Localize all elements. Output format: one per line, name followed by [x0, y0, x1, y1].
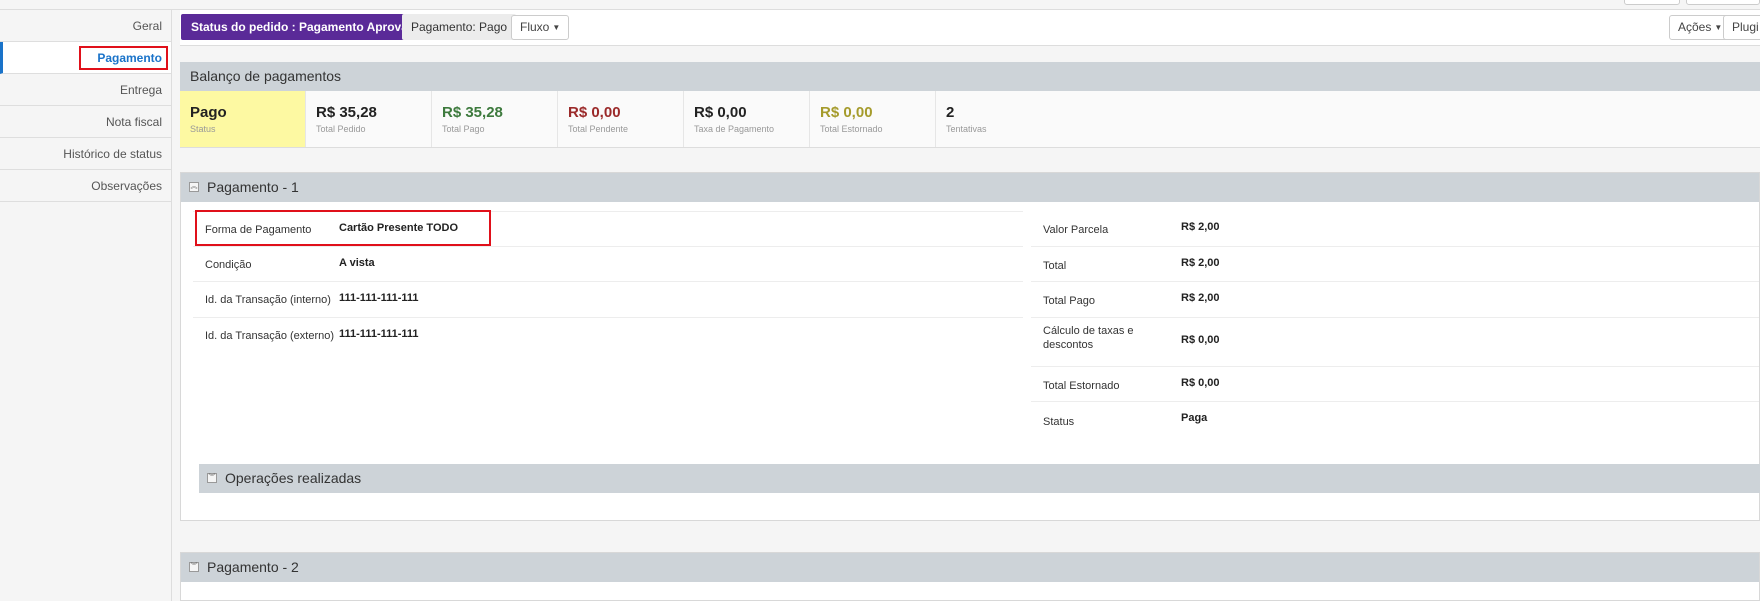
payment-2-header[interactable]: ︾ Pagamento - 2	[181, 553, 1759, 582]
order-status-badge: Status do pedido : Pagamento Aprovado	[181, 14, 433, 40]
metric-tentativas: 2 Tentativas	[936, 91, 1062, 147]
metric-total-estornado: R$ 0,00 Total Estornado	[810, 91, 936, 147]
detail-value: Paga	[1181, 412, 1208, 424]
metric-caption: Total Pago	[442, 124, 485, 134]
detail-label: Condição	[205, 259, 252, 271]
sidebar-item-label: Entrega	[119, 83, 162, 97]
detail-row: Id. da Transação (externo) 111-111-111-1…	[193, 318, 1023, 353]
metric-value: 2	[946, 104, 955, 121]
sidebar-item-label: Pagamento	[97, 51, 162, 65]
top-button-2[interactable]	[1686, 0, 1760, 5]
actions-dropdown-button[interactable]: Ações ▼	[1669, 15, 1732, 40]
detail-row: Cálculo de taxas e descontos R$ 0,00	[1031, 318, 1759, 367]
metric-total-pedido: R$ 35,28 Total Pedido	[306, 91, 432, 147]
detail-label: Cálculo de taxas e descontos	[1043, 325, 1134, 351]
detail-label: Forma de Pagamento	[205, 224, 312, 236]
metric-value: R$ 35,28	[442, 104, 503, 121]
flow-button-label: Fluxo	[520, 20, 550, 34]
payment-2-panel: ︾ Pagamento - 2	[180, 552, 1760, 601]
detail-label: Id. da Transação (interno)	[205, 294, 331, 306]
toolbar: Status do pedido : Pagamento Aprovado Pa…	[180, 10, 1760, 46]
expand-icon[interactable]: ︾	[207, 473, 217, 483]
detail-row: Status Paga	[1031, 402, 1759, 438]
sidebar-item-label: Histórico de status	[63, 147, 162, 161]
metric-caption: Total Estornado	[820, 124, 883, 134]
sidebar-item-geral[interactable]: Geral	[0, 10, 171, 42]
operations-header[interactable]: ︾ Operações realizadas	[199, 464, 1760, 493]
detail-value: R$ 2,00	[1181, 292, 1220, 304]
sidebar-item-label: Nota fiscal	[105, 115, 162, 129]
sidebar-item-label: Geral	[132, 19, 162, 33]
detail-label: Status	[1043, 416, 1075, 428]
metric-caption: Tentativas	[946, 124, 987, 134]
payment-status-badge: Pagamento: Pago	[402, 14, 517, 40]
detail-value: R$ 0,00	[1181, 377, 1220, 389]
metric-value: R$ 0,00	[820, 104, 873, 121]
metric-value: R$ 0,00	[568, 104, 621, 121]
plugins-button-label: Plugi	[1732, 20, 1759, 34]
metric-total-pago: R$ 35,28 Total Pago	[432, 91, 558, 147]
payment-1-details-right: Valor Parcela R$ 2,00 Total R$ 2,00 Tota…	[1031, 211, 1759, 438]
top-strip	[0, 0, 1760, 10]
detail-value: R$ 0,00	[1181, 334, 1220, 346]
detail-label: Total Pago	[1043, 295, 1095, 307]
caret-down-icon: ▼	[1714, 23, 1723, 32]
detail-value: A vista	[339, 257, 375, 269]
metric-value: R$ 0,00	[694, 104, 747, 121]
metric-value: R$ 35,28	[316, 104, 377, 121]
sidebar-item-label: Observações	[91, 179, 162, 193]
payment-2-title: Pagamento - 2	[207, 559, 299, 575]
sidebar-item-pagamento[interactable]: Pagamento	[0, 42, 171, 74]
collapse-icon[interactable]: ︽	[189, 182, 199, 192]
sidebar-item-nota-fiscal[interactable]: Nota fiscal	[0, 106, 171, 138]
metric-caption: Total Pendente	[568, 124, 629, 134]
detail-row: Valor Parcela R$ 2,00	[1031, 211, 1759, 247]
metric-total-pendente: R$ 0,00 Total Pendente	[558, 91, 684, 147]
metric-taxa-pagamento: R$ 0,00 Taxa de Pagamento	[684, 91, 810, 147]
payment-1-title: Pagamento - 1	[207, 179, 299, 195]
plugins-button[interactable]: Plugi	[1723, 15, 1760, 40]
metric-caption: Total Pedido	[316, 124, 366, 134]
sidebar: Geral Pagamento Entrega Nota fiscal Hist…	[0, 10, 172, 601]
sidebar-item-entrega[interactable]: Entrega	[0, 74, 171, 106]
payment-1-details-left: Forma de Pagamento Cartão Presente TODO …	[193, 211, 1023, 353]
detail-row: Condição A vista	[193, 247, 1023, 282]
detail-value: Cartão Presente TODO	[339, 222, 459, 234]
detail-label: Total	[1043, 260, 1067, 272]
detail-row: Total Pago R$ 2,00	[1031, 282, 1759, 318]
payment-1-header[interactable]: ︽ Pagamento - 1	[181, 173, 1759, 202]
main-content: Status do pedido : Pagamento Aprovado Pa…	[180, 10, 1760, 601]
metric-status: Pago Status	[180, 91, 306, 147]
balance-metrics: Pago Status R$ 35,28 Total Pedido R$ 35,…	[180, 91, 1760, 147]
sidebar-item-historico[interactable]: Histórico de status	[0, 138, 171, 170]
detail-value: R$ 2,00	[1181, 221, 1220, 233]
detail-row: Id. da Transação (interno) 111-111-111-1…	[193, 282, 1023, 318]
detail-label: Id. da Transação (externo)	[205, 330, 335, 342]
payment-1-panel: ︽ Pagamento - 1 Forma de Pagamento Cartã…	[180, 172, 1760, 521]
metric-caption: Status	[190, 124, 216, 134]
sidebar-item-observacoes[interactable]: Observações	[0, 170, 171, 202]
operations-title: Operações realizadas	[225, 470, 362, 486]
caret-down-icon: ▼	[552, 23, 561, 32]
detail-value: 111-111-111-111	[339, 292, 419, 304]
detail-value: R$ 2,00	[1181, 257, 1220, 269]
detail-row: Forma de Pagamento Cartão Presente TODO	[193, 211, 1023, 247]
actions-button-label: Ações	[1678, 20, 1712, 34]
detail-label: Valor Parcela	[1043, 224, 1109, 236]
detail-value: 111-111-111-111	[339, 328, 419, 340]
detail-label: Total Estornado	[1043, 380, 1120, 392]
detail-row: Total Estornado R$ 0,00	[1031, 367, 1759, 402]
expand-icon[interactable]: ︾	[189, 562, 199, 572]
payment-balance-panel: Balanço de pagamentos Pago Status R$ 35,…	[180, 62, 1760, 148]
flow-dropdown-button[interactable]: Fluxo ▼	[511, 15, 570, 40]
metric-value: Pago	[190, 104, 227, 121]
balance-panel-title: Balanço de pagamentos	[180, 62, 1760, 91]
detail-row: Total R$ 2,00	[1031, 247, 1759, 282]
top-button-1[interactable]	[1624, 0, 1680, 5]
metric-caption: Taxa de Pagamento	[694, 124, 775, 134]
